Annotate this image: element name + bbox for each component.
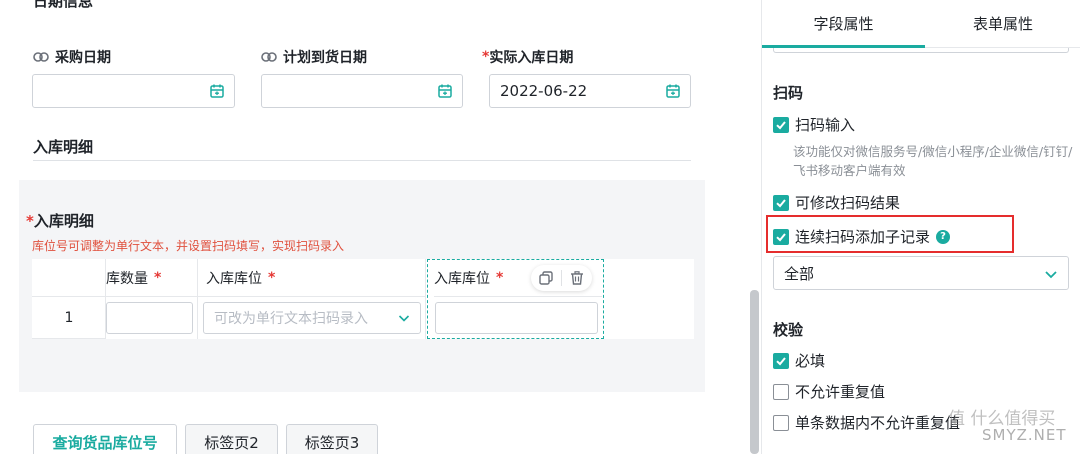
calendar-icon[interactable] xyxy=(438,84,452,98)
scope-select[interactable]: 全部 xyxy=(773,256,1069,290)
tab-field-properties[interactable]: 字段属性 xyxy=(762,0,925,47)
index-header xyxy=(32,259,106,297)
purchase-date-input[interactable] xyxy=(32,74,235,108)
no-dup-in-row-option[interactable]: 单条数据内不允许重复值 xyxy=(773,412,960,433)
column-label: 库数量 xyxy=(106,270,148,287)
app-root: 日期信息 采购日期 计划到货日期 * 实际入库日期 2022-06-22 入库明… xyxy=(0,0,1080,454)
chevron-down-icon xyxy=(398,315,410,322)
column-label: 入库库位 xyxy=(206,270,262,287)
calendar-icon[interactable] xyxy=(666,84,680,98)
option-label: 扫码输入 xyxy=(795,116,856,134)
column-toolbar xyxy=(531,265,592,291)
section-divider xyxy=(33,160,691,161)
delete-button[interactable] xyxy=(562,265,592,291)
checkbox-checked[interactable] xyxy=(773,116,789,133)
section-title-validation: 校验 xyxy=(773,321,804,339)
subform-block[interactable]: *入库明细 库位号可调整为单行文本，并设置扫码填写，实现扫码录入 1 库数量 * … xyxy=(19,180,705,392)
link-icon xyxy=(261,52,277,62)
scrollbar-thumb[interactable] xyxy=(750,290,759,454)
field-label-purchase-date: 采购日期 xyxy=(33,47,111,67)
option-label: 单条数据内不允许重复值 xyxy=(795,414,961,432)
link-icon xyxy=(33,52,49,62)
purchase-date-label: 采购日期 xyxy=(55,50,111,66)
planned-arrival-label: 计划到货日期 xyxy=(283,50,367,66)
actual-in-date-value: 2022-06-22 xyxy=(500,82,588,100)
section-title-date: 日期信息 xyxy=(33,0,94,10)
column-header-quantity[interactable]: 库数量 * xyxy=(106,259,198,297)
check-icon xyxy=(776,356,786,365)
field-label-planned-arrival: 计划到货日期 xyxy=(261,47,367,67)
required-option[interactable]: 必填 xyxy=(773,350,825,371)
checkbox-unchecked[interactable] xyxy=(773,414,789,431)
select-placeholder: 可改为单行文本扫码录入 xyxy=(214,311,368,327)
actual-in-date-input[interactable]: 2022-06-22 xyxy=(489,74,691,108)
location-select[interactable]: 可改为单行文本扫码录入 xyxy=(203,302,421,334)
subform-title-text: 入库明细 xyxy=(33,212,94,230)
section-title-detail: 入库明细 xyxy=(33,138,94,156)
scan-description: 该功能仅对微信服务号/微信小程序/企业微信/钉钉/飞书移动客户端有效 xyxy=(793,144,1073,178)
field-label-actual-in-date: * 实际入库日期 xyxy=(482,47,573,67)
option-label: 可修改扫码结果 xyxy=(795,194,901,212)
row-index: 1 xyxy=(64,310,74,326)
planned-arrival-input[interactable] xyxy=(261,74,463,108)
subform-title: *入库明细 xyxy=(26,210,94,231)
tab-label-3[interactable]: 标签页3 xyxy=(286,424,378,454)
no-duplicate-option[interactable]: 不允许重复值 xyxy=(773,381,885,402)
copy-button[interactable] xyxy=(531,265,561,291)
check-icon xyxy=(776,120,786,129)
required-mark: * xyxy=(26,212,34,230)
tab-label-2[interactable]: 标签页2 xyxy=(185,424,278,454)
tab-form-properties[interactable]: 表单属性 xyxy=(925,0,1080,47)
subform-hint: 库位号可调整为单行文本，并设置扫码填写，实现扫码录入 xyxy=(32,239,345,253)
actual-in-date-label: 实际入库日期 xyxy=(489,50,574,66)
checkbox-checked[interactable] xyxy=(773,352,789,369)
trash-icon xyxy=(571,271,583,285)
tab-active-indicator xyxy=(762,45,925,48)
checkbox-checked[interactable] xyxy=(773,194,789,211)
editable-result-option[interactable]: 可修改扫码结果 xyxy=(773,192,900,213)
tab-query-location[interactable]: 查询货品库位号 xyxy=(33,424,177,454)
chevron-down-icon xyxy=(1045,271,1057,279)
highlight-box xyxy=(766,215,1014,253)
required-mark: * xyxy=(154,269,162,286)
quantity-input[interactable] xyxy=(106,302,193,334)
checkbox-unchecked[interactable] xyxy=(773,383,789,400)
section-title-scan: 扫码 xyxy=(773,84,804,102)
calendar-icon[interactable] xyxy=(210,84,224,98)
watermark-site: SMYZ.NET xyxy=(982,426,1067,444)
option-label: 必填 xyxy=(795,352,826,370)
required-mark: * xyxy=(482,49,490,65)
check-icon xyxy=(776,198,786,207)
form-canvas: 日期信息 采购日期 计划到货日期 * 实际入库日期 2022-06-22 入库明… xyxy=(0,0,722,454)
option-label: 不允许重复值 xyxy=(795,383,886,401)
copy-icon xyxy=(539,271,553,285)
required-mark: * xyxy=(268,269,276,286)
scan-input-option[interactable]: 扫码输入 xyxy=(773,114,855,135)
column-header-location[interactable]: 入库库位 * xyxy=(198,259,426,297)
select-value: 全部 xyxy=(784,264,815,283)
